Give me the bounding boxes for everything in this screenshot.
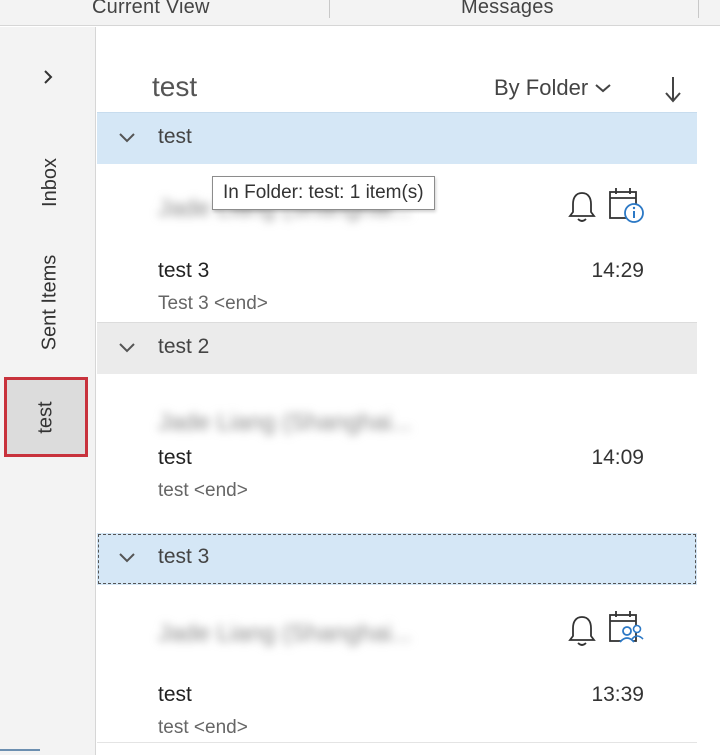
sort-by-dropdown[interactable]: By Folder (494, 75, 612, 101)
ribbon-separator (698, 0, 699, 18)
folder-test[interactable]: test (4, 377, 88, 457)
group-header-test[interactable]: test (97, 112, 697, 164)
ribbon-group-messages: Messages (461, 0, 554, 18)
sort-by-label: By Folder (494, 75, 589, 100)
message-sender: Jade Liang (Shanghai... (158, 620, 412, 647)
folder-label: Inbox (38, 157, 61, 207)
group-header-test-3[interactable]: test 3 (97, 533, 697, 585)
expand-folder-pane-button[interactable] (34, 63, 62, 91)
list-right-gutter (697, 27, 720, 755)
message-item[interactable]: Jade Liang (Shanghai... test 14:09 test … (97, 374, 697, 530)
message-subject: test (158, 683, 192, 706)
group-label: test (158, 125, 192, 148)
group-label: test 2 (158, 335, 210, 358)
chevron-down-icon (119, 343, 135, 353)
message-time: 14:29 (591, 259, 644, 282)
message-item[interactable]: Jade Liang (Shanghai... test 13:39 test … (97, 585, 697, 745)
meeting-attendee-icon (609, 611, 644, 643)
folder-title: test (152, 71, 198, 102)
list-bottom-divider (97, 742, 697, 743)
ribbon-group-current-view: Current View (92, 0, 210, 18)
message-preview: Test 3 <end> (158, 293, 268, 314)
reminder-bell-icon (568, 192, 596, 222)
ribbon-group-labels: Current View Messages (0, 0, 720, 26)
folder-sent-items[interactable]: Sent Items (14, 237, 86, 367)
meeting-info-icon (609, 188, 644, 223)
folder-inbox[interactable]: Inbox (14, 127, 86, 237)
ribbon-separator (329, 0, 330, 18)
message-time: 14:09 (591, 446, 644, 469)
list-header: test By Folder (97, 27, 697, 111)
message-preview: test <end> (158, 717, 248, 738)
message-time: 13:39 (591, 683, 644, 706)
folder-label: Sent Items (38, 254, 61, 350)
chevron-right-icon (44, 70, 53, 84)
chevron-down-icon (119, 553, 135, 563)
group-header-test-2[interactable]: test 2 (97, 322, 697, 374)
folder-pane: Inbox Sent Items test (0, 27, 96, 755)
group-label: test 3 (158, 545, 210, 568)
message-subject: test 3 (158, 259, 210, 282)
folder-tooltip: In Folder: test: 1 item(s) (212, 176, 435, 210)
folder-label: test (34, 400, 57, 434)
message-sender: Jade Liang (Shanghai... (158, 409, 412, 436)
message-preview: test <end> (158, 480, 248, 501)
reminder-bell-icon (568, 616, 596, 646)
chevron-down-icon (595, 84, 611, 93)
message-subject: test (158, 446, 192, 469)
message-list: test By Folder test Jade Liang (Shanghai… (97, 27, 697, 755)
chevron-down-icon (119, 133, 135, 143)
pane-tab-indicator (0, 749, 40, 755)
sort-direction-arrow-icon[interactable] (663, 74, 683, 104)
